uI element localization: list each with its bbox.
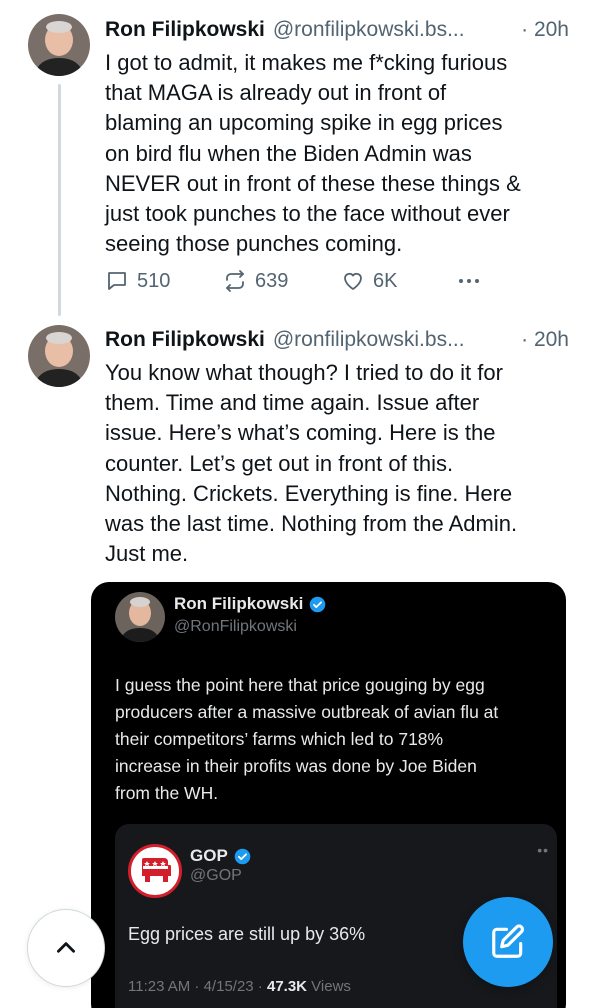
reply-button[interactable]: 510: [105, 269, 170, 293]
author-handle[interactable]: @ronfilipkowski.bs...: [273, 18, 465, 42]
post-text-line: issue. Here’s what’s coming. Here is the: [105, 420, 496, 446]
post-text-line: was the last time. Nothing from the Admi…: [105, 511, 518, 537]
post-text: I got to admit, it makes me f*cking furi…: [105, 48, 575, 259]
more-options-button[interactable]: [457, 269, 481, 293]
nested-timestamp: 11:23 AM · 4/15/23 ·: [128, 978, 267, 995]
nested-author-handle: @GOP: [190, 867, 242, 884]
post-text-line: Nothing. Crickets. Everything is fine. H…: [105, 480, 513, 506]
quote-author-handle: @RonFilipkowski: [174, 618, 297, 635]
thread-line: [58, 84, 61, 316]
repost-count: 639: [255, 269, 289, 292]
quote-author-name: Ron Filipkowski: [174, 594, 326, 614]
more-horizontal-icon: [459, 279, 479, 283]
quote-text-line: increase in their profits was done by Jo…: [115, 756, 477, 776]
avatar-image: [115, 592, 165, 642]
nested-author-name: GOP: [190, 846, 251, 866]
quote-author-name-text: Ron Filipkowski: [174, 594, 304, 613]
nested-views-label: Views: [307, 978, 351, 995]
nested-author-name-text: GOP: [190, 846, 228, 865]
nested-quote-text: Egg prices are still up by 36%: [128, 924, 366, 944]
avatar-image: [28, 325, 90, 387]
quote-text-line: their competitors’ farms which led to 71…: [115, 729, 444, 749]
like-button[interactable]: 6K: [341, 269, 397, 293]
author-name[interactable]: Ron Filipkowski: [105, 328, 265, 352]
post-text-line: NEVER out in front of these these things…: [105, 170, 521, 196]
compose-button[interactable]: [463, 897, 553, 987]
verified-badge-icon: [310, 596, 326, 612]
post-header: Ron Filipkowski @ronfilipkowski.bs... · …: [105, 326, 569, 354]
author-handle[interactable]: @ronfilipkowski.bs...: [273, 328, 465, 352]
gop-elephant-logo: [128, 844, 182, 898]
compose-icon: [492, 924, 524, 958]
avatar-image: [28, 14, 90, 76]
scroll-to-top-button[interactable]: [27, 909, 105, 987]
post-text-line: just took punches to the face without ev…: [105, 201, 510, 227]
reply-icon: [108, 272, 126, 290]
like-count: 6K: [373, 269, 398, 292]
post-text-line: blaming an upcoming spike in egg prices: [105, 110, 503, 136]
post-text-line: that MAGA is already out in front of: [105, 80, 447, 106]
quote-avatar: [115, 592, 165, 642]
post-text-line: You know what though? I tried to do it f…: [105, 360, 503, 385]
quote-text-line: I guess the point here that price gougin…: [115, 675, 485, 695]
heart-icon: [344, 272, 362, 290]
repost-icon: [226, 270, 244, 292]
post-text-line: them. Time and time again. Issue after: [105, 390, 480, 416]
chevron-up-icon: [57, 942, 75, 953]
post-text-line: I got to admit, it makes me f*cking furi…: [105, 50, 508, 75]
post-text-line: Just me.: [105, 541, 189, 567]
post-time[interactable]: · 20h: [521, 328, 569, 352]
post-text-line: seeing those punches coming.: [105, 231, 403, 257]
avatar[interactable]: [28, 325, 90, 387]
post-text: You know what though? I tried to do it f…: [105, 358, 575, 569]
post-time[interactable]: · 20h: [521, 18, 569, 42]
post-header: Ron Filipkowski @ronfilipkowski.bs... · …: [105, 16, 569, 44]
post-actions: 510 639 6K: [105, 266, 505, 298]
post-text-line: counter. Let’s get out in front of this.: [105, 450, 454, 476]
nested-quote-meta: 11:23 AM · 4/15/23 · 47.3K Views: [128, 978, 351, 995]
avatar[interactable]: [28, 14, 90, 76]
more-horizontal-icon: ••: [537, 842, 549, 858]
verified-badge-icon: [234, 848, 251, 864]
nested-views-count: 47.3K: [266, 978, 308, 995]
quote-text-line: from the WH.: [115, 783, 219, 803]
post-text-line: on bird flu when the Biden Admin was: [105, 140, 472, 166]
reply-count: 510: [137, 269, 171, 292]
elephant-icon: [142, 858, 171, 882]
quote-text: I guess the point here that price gougin…: [115, 672, 555, 807]
quote-text-line: producers after a massive outbreak of av…: [115, 702, 499, 722]
author-name[interactable]: Ron Filipkowski: [105, 18, 265, 42]
post-1[interactable]: Ron Filipkowski @ronfilipkowski.bs... · …: [0, 0, 589, 320]
repost-button[interactable]: 639: [223, 269, 288, 293]
